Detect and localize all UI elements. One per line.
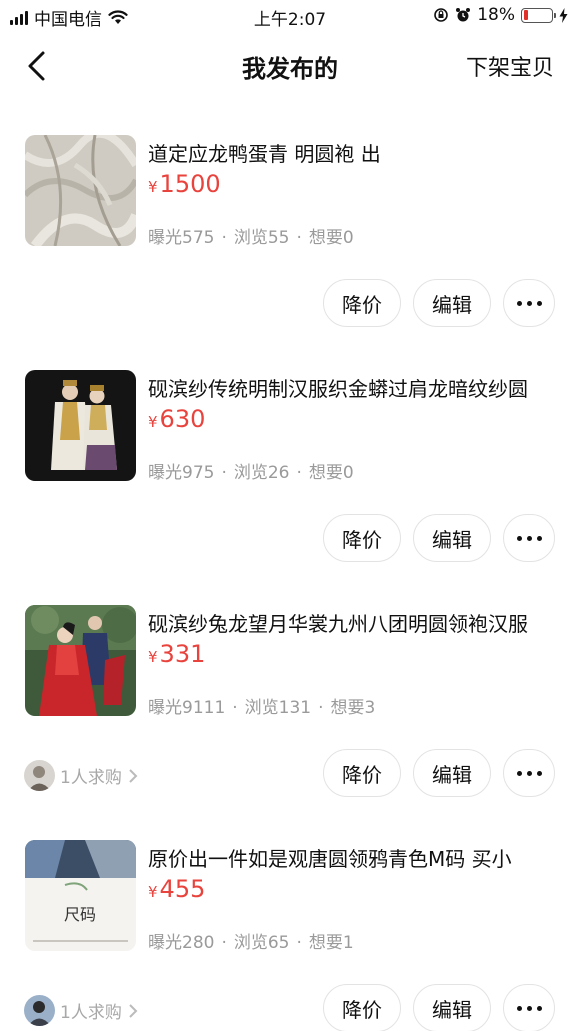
edit-button[interactable]: 编辑 bbox=[413, 514, 491, 562]
separator: · bbox=[221, 228, 227, 248]
exposure-count: 曝光280 bbox=[148, 933, 215, 953]
item-title[interactable]: 砚滨纱传统明制汉服织金蟒过肩龙暗纹纱圆 bbox=[148, 373, 558, 402]
list-item[interactable]: 道定应龙鸭蛋青 明圆袍 出 ¥ 1500 曝光575 · 浏览55 · 想要0 降价 编… bbox=[0, 102, 580, 337]
status-bar: 中国电信 上午2:07 18% bbox=[0, 0, 580, 30]
item-stats: 曝光9111 · 浏览131 · 想要3 bbox=[148, 693, 375, 718]
reduce-price-button[interactable]: 降价 bbox=[323, 984, 401, 1031]
item-actions: 降价 编辑 bbox=[323, 279, 555, 327]
price-amount: 630 bbox=[159, 405, 206, 433]
reduce-price-button[interactable]: 降价 bbox=[323, 749, 401, 797]
reduce-price-button[interactable]: 降价 bbox=[323, 279, 401, 327]
item-thumbnail[interactable]: 尺码 bbox=[25, 840, 136, 951]
item-price: ¥ 331 bbox=[148, 640, 205, 668]
fabric-swatch-image bbox=[25, 135, 136, 246]
item-price: ¥ 630 bbox=[148, 405, 205, 433]
edit-button[interactable]: 编辑 bbox=[413, 749, 491, 797]
battery-icon bbox=[521, 7, 556, 23]
want-count: 想要0 bbox=[308, 463, 354, 483]
reduce-price-button[interactable]: 降价 bbox=[323, 514, 401, 562]
two-figures-image bbox=[25, 370, 136, 481]
item-title[interactable]: 道定应龙鸭蛋青 明圆袍 出 bbox=[148, 138, 558, 167]
edit-button[interactable]: 编辑 bbox=[413, 279, 491, 327]
chevron-right-icon bbox=[129, 768, 138, 783]
more-button[interactable] bbox=[503, 279, 555, 327]
currency-symbol: ¥ bbox=[148, 648, 158, 666]
separator: · bbox=[221, 463, 227, 483]
want-count: 想要3 bbox=[330, 698, 376, 718]
item-stats: 曝光280 · 浏览65 · 想要1 bbox=[148, 928, 354, 953]
want-count: 想要0 bbox=[308, 228, 354, 248]
exposure-count: 曝光575 bbox=[148, 228, 215, 248]
red-robe-image bbox=[25, 605, 136, 716]
chevron-left-icon bbox=[28, 51, 45, 81]
item-thumbnail[interactable] bbox=[25, 135, 136, 246]
want-to-buy-link[interactable]: 1人求购 bbox=[24, 760, 139, 791]
exposure-count: 曝光975 bbox=[148, 463, 215, 483]
delisted-items-link[interactable]: 下架宝贝 bbox=[466, 50, 554, 82]
item-thumbnail[interactable] bbox=[25, 605, 136, 716]
view-count: 浏览26 bbox=[233, 463, 290, 483]
item-price: ¥ 455 bbox=[148, 875, 205, 903]
currency-symbol: ¥ bbox=[148, 178, 158, 196]
separator: · bbox=[296, 933, 302, 953]
list-item[interactable]: 尺码 原价出一件如是观唐圆领鸦青色M码 买小 ¥ 455 曝光280 · 浏览65 ·… bbox=[0, 807, 580, 1031]
separator: · bbox=[232, 698, 238, 718]
item-stats: 曝光975 · 浏览26 · 想要0 bbox=[148, 458, 354, 483]
more-icon bbox=[516, 770, 542, 776]
view-count: 浏览65 bbox=[233, 933, 290, 953]
item-actions: 降价 编辑 bbox=[323, 984, 555, 1031]
item-title[interactable]: 砚滨纱兔龙望月华裳九州八团明圆领袍汉服 bbox=[148, 608, 558, 637]
item-stats: 曝光575 · 浏览55 · 想要0 bbox=[148, 223, 354, 248]
chevron-right-icon bbox=[129, 1003, 138, 1018]
item-actions: 降价 编辑 bbox=[323, 514, 555, 562]
more-button[interactable] bbox=[503, 984, 555, 1031]
want-count: 想要1 bbox=[308, 933, 354, 953]
separator: · bbox=[296, 228, 302, 248]
item-title[interactable]: 原价出一件如是观唐圆领鸦青色M码 买小 bbox=[148, 843, 558, 872]
thumb-caption: 尺码 bbox=[64, 905, 96, 924]
item-price: ¥ 1500 bbox=[148, 170, 221, 198]
back-button[interactable] bbox=[20, 48, 56, 84]
view-count: 浏览131 bbox=[244, 698, 312, 718]
more-button[interactable] bbox=[503, 749, 555, 797]
more-icon bbox=[516, 535, 542, 541]
avatar bbox=[24, 760, 55, 791]
currency-symbol: ¥ bbox=[148, 413, 158, 431]
edit-button[interactable]: 编辑 bbox=[413, 984, 491, 1031]
rotation-lock-icon bbox=[434, 8, 449, 22]
want-to-buy-link[interactable]: 1人求购 bbox=[24, 995, 139, 1026]
price-amount: 455 bbox=[159, 875, 206, 903]
battery-percent: 18% bbox=[477, 5, 515, 25]
alarm-icon bbox=[456, 8, 471, 22]
separator: · bbox=[296, 463, 302, 483]
avatar bbox=[24, 995, 55, 1026]
more-icon bbox=[516, 300, 542, 306]
want-to-buy-count: 1人求购 bbox=[60, 768, 122, 788]
published-items-list: 道定应龙鸭蛋青 明圆袍 出 ¥ 1500 曝光575 · 浏览55 · 想要0 降价 编… bbox=[0, 102, 580, 1031]
view-count: 浏览55 bbox=[233, 228, 290, 248]
nav-bar: 我发布的 下架宝贝 bbox=[0, 30, 580, 102]
charging-icon bbox=[559, 7, 568, 23]
item-actions: 降价 编辑 bbox=[323, 749, 555, 797]
size-chart-image: 尺码 bbox=[25, 840, 136, 951]
list-item[interactable]: 砚滨纱传统明制汉服织金蟒过肩龙暗纹纱圆 ¥ 630 曝光975 · 浏览26 · 想要0… bbox=[0, 337, 580, 572]
separator: · bbox=[221, 933, 227, 953]
price-amount: 1500 bbox=[159, 170, 221, 198]
list-item[interactable]: 砚滨纱兔龙望月华裳九州八团明圆领袍汉服 ¥ 331 曝光9111 · 浏览131 · 想… bbox=[0, 572, 580, 807]
more-icon bbox=[516, 1005, 542, 1011]
status-right: 18% bbox=[433, 5, 568, 25]
exposure-count: 曝光9111 bbox=[148, 698, 226, 718]
want-to-buy-count: 1人求购 bbox=[60, 1003, 122, 1023]
more-button[interactable] bbox=[503, 514, 555, 562]
separator: · bbox=[318, 698, 324, 718]
price-amount: 331 bbox=[159, 640, 206, 668]
currency-symbol: ¥ bbox=[148, 883, 158, 901]
item-thumbnail[interactable] bbox=[25, 370, 136, 481]
